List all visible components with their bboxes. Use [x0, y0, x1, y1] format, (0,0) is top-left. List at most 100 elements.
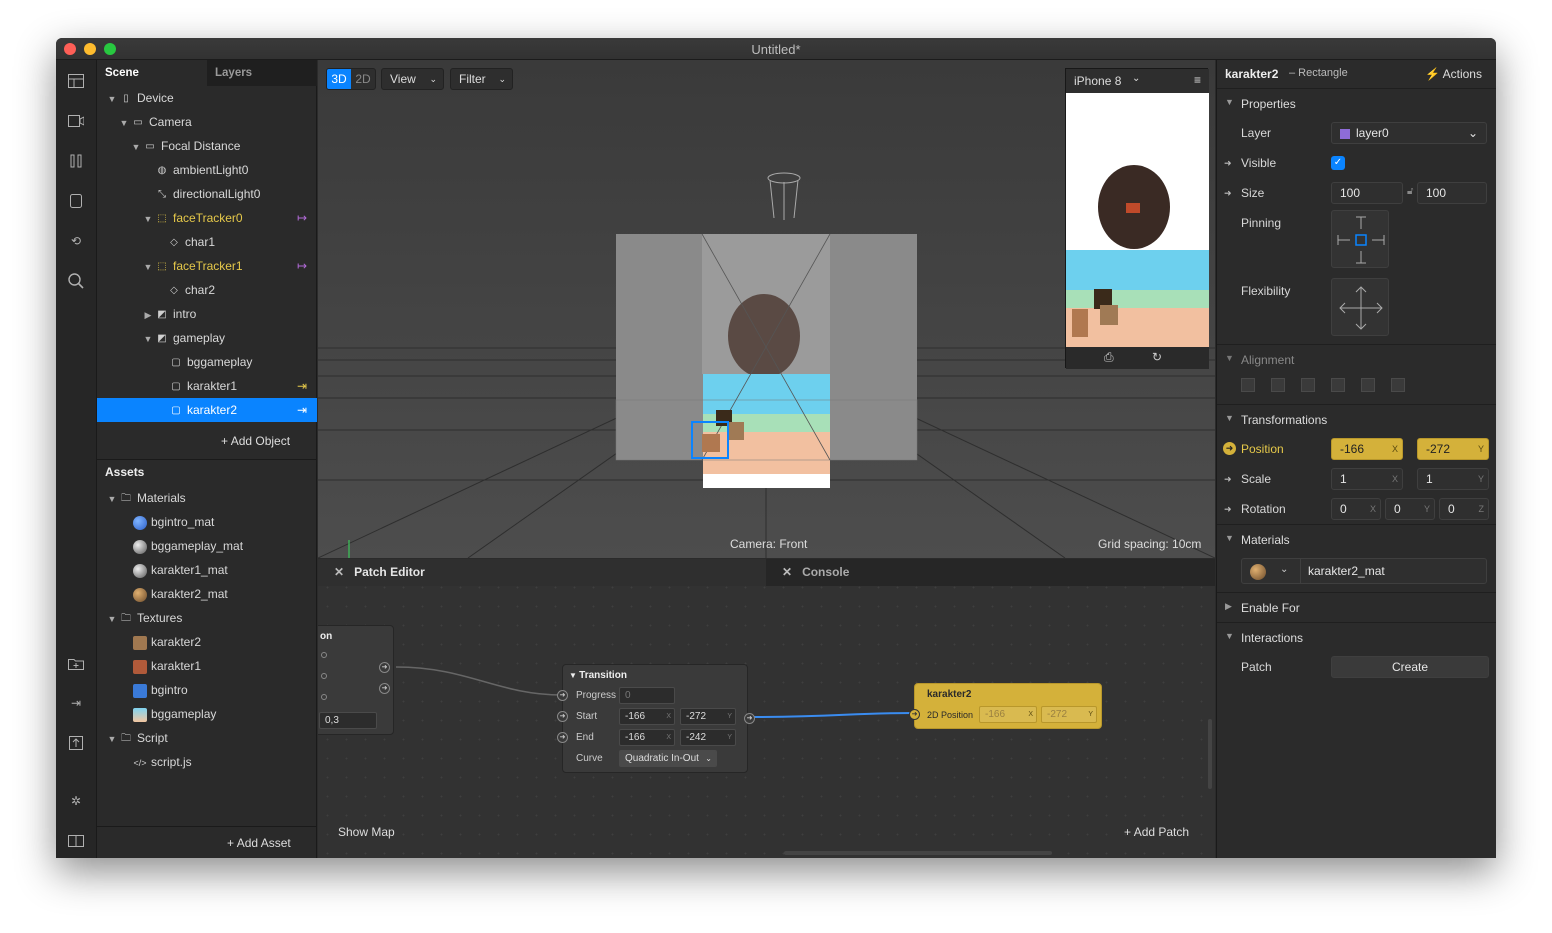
tree-item-ambient-light[interactable]: ◍ ambientLight0 — [97, 158, 317, 182]
chevron-right-icon[interactable]: ▶ — [143, 303, 153, 327]
layout-icon[interactable] — [65, 70, 87, 92]
input-port-arrow-icon[interactable]: ➜ — [557, 711, 568, 722]
asset-item[interactable]: karakter2_mat — [97, 582, 317, 606]
input-port-arrow-icon[interactable]: ➜ — [557, 690, 568, 701]
asset-item[interactable]: bgintro — [97, 678, 317, 702]
tree-item-camera[interactable]: ▼ ▭ Camera — [97, 110, 317, 134]
pause-icon[interactable] — [65, 150, 87, 172]
value-field[interactable]: 0,3 — [319, 712, 377, 729]
tree-item-char2[interactable]: ◇ char2 — [97, 278, 317, 302]
add-patch-button[interactable]: + Add Patch — [1124, 825, 1189, 839]
size-width-field[interactable]: 100 — [1331, 182, 1403, 204]
flexibility-control[interactable] — [1331, 278, 1389, 336]
patch-arrow-icon[interactable]: ➜ — [1224, 188, 1234, 198]
asset-item[interactable]: karakter1_mat — [97, 558, 317, 582]
rotate-icon[interactable]: ↻ — [1152, 350, 1162, 364]
asset-folder-materials[interactable]: ▼ 🗀 Materials — [97, 486, 317, 510]
layer-select[interactable]: layer0 ⌄ — [1331, 122, 1487, 144]
progress-field[interactable]: 0 — [619, 687, 675, 704]
align-top-icon[interactable] — [1331, 378, 1345, 392]
book-icon[interactable] — [65, 830, 87, 852]
scale-y-field[interactable]: 1Y — [1417, 468, 1489, 490]
chevron-down-icon[interactable]: ▼ — [143, 255, 153, 279]
input-port[interactable] — [321, 673, 327, 679]
input-port[interactable] — [321, 652, 327, 658]
section-materials[interactable]: ▼ Materials — [1217, 524, 1496, 554]
mode-2d-button[interactable]: 2D — [351, 69, 375, 89]
chevron-down-icon[interactable]: ▼ — [107, 727, 117, 751]
partial-node[interactable]: on ➜ ➜ 0,3 — [318, 625, 394, 735]
tree-item-device[interactable]: ▼ ▯ Device — [97, 86, 317, 110]
section-alignment[interactable]: ▼ Alignment — [1217, 344, 1496, 374]
position-x-field[interactable]: -166 X — [979, 706, 1037, 723]
asset-item[interactable]: bgintro_mat — [97, 510, 317, 534]
export-icon[interactable] — [65, 732, 87, 754]
output-port-arrow-icon[interactable]: ➜ — [379, 683, 390, 694]
device-icon[interactable] — [65, 190, 87, 212]
asset-item[interactable]: bggameplay — [97, 702, 317, 726]
curve-select[interactable]: Quadratic In-Out ⌄ — [619, 750, 717, 767]
asset-folder-textures[interactable]: ▼ 🗀 Textures — [97, 606, 317, 630]
input-port-arrow-icon[interactable]: ➜ — [909, 709, 920, 720]
bug-icon[interactable]: ✲ — [65, 790, 87, 812]
menu-icon[interactable]: ≡ — [1194, 73, 1201, 87]
patch-arrow-icon[interactable]: ➜ — [1223, 442, 1236, 455]
lock-icon[interactable]: 🔓︎ — [1407, 186, 1413, 197]
screenshot-icon[interactable]: ⎙ — [1104, 350, 1114, 365]
chevron-down-icon[interactable]: ▼ — [107, 487, 117, 511]
add-folder-icon[interactable] — [65, 652, 87, 674]
asset-item[interactable]: karakter1 — [97, 654, 317, 678]
tab-scene[interactable]: Scene — [97, 60, 207, 86]
tab-layers[interactable]: Layers — [207, 60, 317, 86]
asset-folder-script[interactable]: ▼ 🗀 Script — [97, 726, 317, 750]
device-selector[interactable]: iPhone 8 — [1074, 74, 1121, 88]
tree-item-karakter1[interactable]: ▢ karakter1 ⇥ — [97, 374, 317, 398]
section-properties[interactable]: ▼ Properties — [1217, 88, 1496, 118]
import-icon[interactable]: ⇥ — [65, 692, 87, 714]
rotation-y-field[interactable]: 0Y — [1385, 498, 1435, 520]
start-y-field[interactable]: -272 Y — [680, 708, 736, 725]
material-select[interactable]: ⌄ karakter2_mat — [1241, 558, 1487, 584]
refresh-icon[interactable]: ⟲ — [65, 230, 87, 252]
size-height-field[interactable]: 100 — [1417, 182, 1487, 204]
karakter2-patch-node[interactable]: karakter2 ➜ 2D Position -166 X -272 Y — [909, 683, 1102, 729]
tree-item-focal-distance[interactable]: ▼ ▭ Focal Distance — [97, 134, 317, 158]
chevron-down-icon[interactable]: ▼ — [569, 671, 579, 680]
position-y-field[interactable]: -272 Y — [1041, 706, 1097, 723]
section-transformations[interactable]: ▼ Transformations — [1217, 404, 1496, 434]
chevron-down-icon[interactable]: ▼ — [107, 87, 117, 111]
asset-item[interactable]: bggameplay_mat — [97, 534, 317, 558]
rotation-z-field[interactable]: 0Z — [1439, 498, 1489, 520]
tree-item-gameplay[interactable]: ▼ ◩ gameplay — [97, 326, 317, 350]
rotation-x-field[interactable]: 0X — [1331, 498, 1381, 520]
video-icon[interactable] — [65, 110, 87, 132]
end-y-field[interactable]: -242 Y — [680, 729, 736, 746]
vertical-scrollbar[interactable] — [1208, 719, 1212, 789]
section-interactions[interactable]: ▼ Interactions — [1217, 622, 1496, 652]
start-x-field[interactable]: -166 X — [619, 708, 675, 725]
input-port[interactable] — [321, 694, 327, 700]
actions-button[interactable]: ⚡ Actions — [1425, 67, 1482, 81]
chevron-down-icon[interactable]: ▼ — [119, 111, 129, 135]
asset-item[interactable]: karakter2 — [97, 630, 317, 654]
section-enable-for[interactable]: ▶ Enable For — [1217, 592, 1496, 622]
align-bottom-icon[interactable] — [1391, 378, 1405, 392]
add-asset-button[interactable]: + Add Asset — [227, 836, 291, 850]
end-x-field[interactable]: -166 X — [619, 729, 675, 746]
visible-checkbox[interactable]: ✓ — [1331, 156, 1345, 170]
tree-item-bggameplay[interactable]: ▢ bggameplay — [97, 350, 317, 374]
chevron-down-icon[interactable]: ▼ — [143, 207, 153, 231]
patch-arrow-icon[interactable]: ➜ — [1224, 504, 1234, 514]
position-y-field[interactable]: -272 Y — [1417, 438, 1489, 460]
mode-3d-button[interactable]: 3D — [327, 69, 351, 89]
align-center-icon[interactable] — [1271, 378, 1285, 392]
tree-item-char1[interactable]: ◇ char1 — [97, 230, 317, 254]
output-port-arrow-icon[interactable]: ➜ — [379, 662, 390, 673]
patch-editor[interactable]: ✕ Patch Editor ✕ Console on ➜ ➜ 0,3 ▼ Tran… — [318, 559, 1215, 858]
tree-item-karakter2[interactable]: ▢ karakter2 ⇥ — [97, 398, 317, 422]
tree-item-facetracker0[interactable]: ▼ ⬚ faceTracker0 ↦ — [97, 206, 317, 230]
align-left-icon[interactable] — [1241, 378, 1255, 392]
input-port-arrow-icon[interactable]: ➜ — [557, 732, 568, 743]
create-patch-button[interactable]: Create — [1331, 656, 1489, 678]
tree-item-facetracker1[interactable]: ▼ ⬚ faceTracker1 ↦ — [97, 254, 317, 278]
